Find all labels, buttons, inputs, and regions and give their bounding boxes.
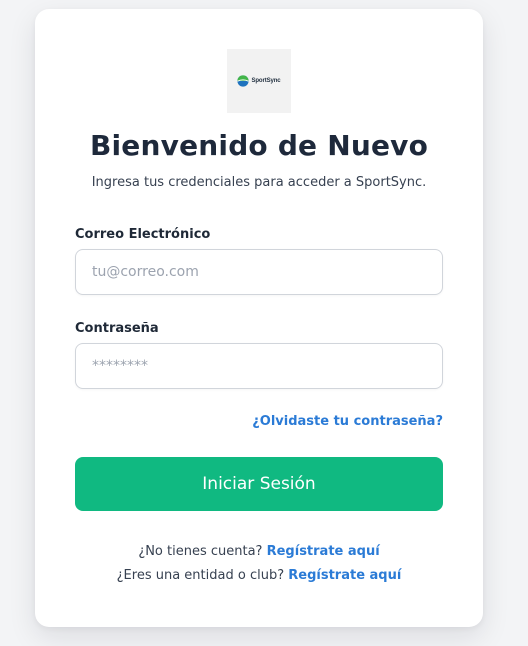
login-button[interactable]: Iniciar Sesión bbox=[75, 457, 443, 511]
forgot-password-link[interactable]: ¿Olvidaste tu contraseña? bbox=[252, 414, 443, 429]
logo: SportSync bbox=[227, 49, 291, 113]
login-card: SportSync Bienvenido de Nuevo Ingresa tu… bbox=[35, 9, 483, 627]
sportsync-logo-icon bbox=[237, 75, 250, 87]
entity-text: ¿Eres una entidad o club? bbox=[116, 568, 285, 583]
email-label: Correo Electrónico bbox=[75, 227, 211, 242]
page-subtitle: Ingresa tus credenciales para acceder a … bbox=[91, 175, 427, 190]
entity-register-prompt: ¿Eres una entidad o club? Regístrate aqu… bbox=[35, 568, 483, 583]
register-prompt: ¿No tienes cuenta? Regístrate aquí bbox=[35, 544, 483, 559]
password-input[interactable] bbox=[75, 343, 443, 389]
password-label: Contraseña bbox=[75, 321, 159, 336]
logo-text: SportSync bbox=[251, 78, 281, 84]
page-title: Bienvenido de Nuevo bbox=[89, 129, 429, 162]
register-link[interactable]: Regístrate aquí bbox=[267, 544, 380, 559]
no-account-text: ¿No tienes cuenta? bbox=[138, 544, 263, 559]
entity-register-link[interactable]: Regístrate aquí bbox=[288, 568, 401, 583]
email-input[interactable] bbox=[75, 249, 443, 295]
